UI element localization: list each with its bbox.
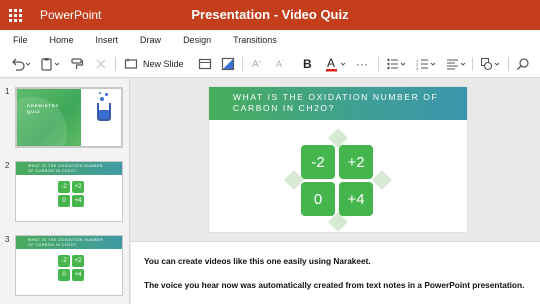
shape-icon[interactable] — [221, 56, 235, 72]
slide-question[interactable]: WHAT IS THE OXIDATION NUMBER OF CARBON I… — [233, 92, 453, 114]
new-slide-icon — [124, 58, 138, 69]
svg-text:3: 3 — [416, 66, 419, 71]
slide-number: 3 — [5, 235, 10, 244]
thumbnail-answer: +2 — [72, 255, 84, 267]
thumbnail-answer: -2 — [58, 181, 70, 193]
svg-text:A: A — [327, 56, 335, 70]
thumbnail-answer: +4 — [72, 269, 84, 281]
slide-number: 1 — [5, 87, 10, 96]
tab-design[interactable]: Design — [183, 35, 211, 45]
thumbnail-question: WHAT IS THE OXIDATION NUMBER OF CARBON I… — [28, 164, 104, 173]
slide-thumbnail-pane: 1 CHEMISTRY QUIZ 2 WHAT IS THE OXIDATION… — [0, 79, 130, 304]
slide-thumbnail-3[interactable]: WHAT IS THE OXIDATION NUMBER OF CARBON I… — [15, 235, 123, 296]
title-bar: PowerPoint Presentation - Video Quiz — [0, 0, 540, 30]
ribbon-tabs: File Home Insert Draw Design Transitions — [0, 30, 540, 50]
thumbnail-answer: -2 — [58, 255, 70, 267]
tab-draw[interactable]: Draw — [140, 35, 161, 45]
numbering-icon[interactable]: 123 — [416, 56, 438, 72]
beaker-icon — [97, 103, 111, 121]
answer-option-b[interactable]: +2 — [339, 145, 373, 179]
tab-insert[interactable]: Insert — [96, 35, 119, 45]
slide-editor: WHAT IS THE OXIDATION NUMBER OF CARBON I… — [131, 79, 540, 240]
font-color-icon[interactable]: A — [326, 56, 350, 72]
new-slide-button[interactable]: New Slide — [124, 56, 184, 72]
shapes-icon[interactable] — [480, 56, 502, 72]
notes-pane[interactable]: You can create videos like this one easi… — [131, 241, 540, 304]
align-icon[interactable] — [446, 56, 468, 72]
document-title[interactable]: Presentation - Video Quiz — [0, 7, 540, 22]
undo-icon[interactable] — [10, 56, 32, 72]
font-size-up-icon[interactable]: A ^ — [252, 56, 262, 72]
format-painter-icon[interactable] — [70, 56, 84, 72]
thumbnail-answer: +2 — [72, 181, 84, 193]
bullets-icon[interactable] — [386, 56, 408, 72]
tab-transitions[interactable]: Transitions — [233, 35, 277, 45]
answer-option-a[interactable]: -2 — [301, 145, 335, 179]
thumbnail-answer: 0 — [58, 195, 70, 207]
notes-text: The voice you hear now was automatically… — [144, 280, 525, 290]
search-icon[interactable] — [516, 56, 530, 72]
clipboard-icon[interactable] — [40, 56, 62, 72]
tab-home[interactable]: Home — [50, 35, 74, 45]
answer-option-c[interactable]: 0 — [301, 182, 335, 216]
toolbar: New Slide A ^ Aˇ B A ··· 123 — [0, 50, 540, 78]
answer-grid: -2 +2 0 +4 — [284, 128, 392, 232]
slide-thumbnail-2[interactable]: WHAT IS THE OXIDATION NUMBER OF CARBON I… — [15, 161, 123, 222]
new-slide-label: New Slide — [143, 59, 184, 69]
thumbnail-answer: 0 — [58, 269, 70, 281]
clear-icon[interactable] — [95, 56, 107, 72]
bold-icon[interactable]: B — [303, 56, 312, 72]
thumbnail-question: WHAT IS THE OXIDATION NUMBER OF CARBON I… — [28, 238, 104, 247]
tab-file[interactable]: File — [13, 35, 28, 45]
current-slide[interactable]: WHAT IS THE OXIDATION NUMBER OF CARBON I… — [209, 87, 467, 232]
answer-option-d[interactable]: +4 — [339, 182, 373, 216]
layout-icon[interactable] — [198, 56, 212, 72]
notes-text: You can create videos like this one easi… — [144, 256, 371, 266]
thumbnail-title: CHEMISTRY QUIZ — [27, 103, 60, 114]
slide-thumbnail-1[interactable]: CHEMISTRY QUIZ — [15, 87, 123, 148]
slide-number: 2 — [5, 161, 10, 170]
font-size-down-icon[interactable]: Aˇ — [276, 56, 284, 72]
more-icon[interactable]: ··· — [356, 56, 368, 72]
thumbnail-answer: +4 — [72, 195, 84, 207]
